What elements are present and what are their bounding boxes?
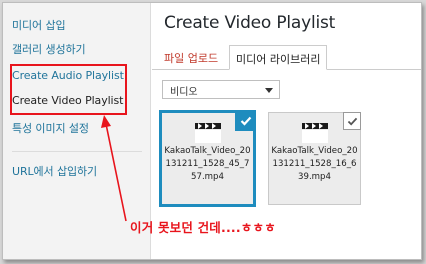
attachment-thumbnail[interactable]: KakaoTalk_Video_20131211_1528_45_757.mp4 [162, 110, 256, 204]
menu-insert-from-url[interactable]: URL에서 삽입하기 [12, 163, 97, 179]
menu-insert-media[interactable]: 미디어 삽입 [12, 17, 66, 33]
media-sidebar: 미디어 삽입 갤러리 생성하기 Create Audio Playlist Cr… [3, 3, 151, 259]
menu-create-gallery[interactable]: 갤러리 생성하기 [12, 41, 86, 57]
select-checkbox[interactable] [343, 112, 361, 130]
chevron-down-icon [265, 88, 273, 93]
annotation-text: 이거 못보던 건데....ㅎㅎㅎ [130, 220, 276, 235]
attachment-filename: KakaoTalk_Video_20131211_1528_16_639.mp4 [271, 146, 358, 182]
selected-checkmark[interactable] [235, 110, 256, 131]
menu-set-featured-image[interactable]: 특성 이미지 설정 [12, 120, 89, 136]
page-title: Create Video Playlist [164, 13, 336, 33]
checkmark-icon [347, 117, 357, 125]
video-clapper-icon [195, 123, 221, 143]
tab-upload-files[interactable]: 파일 업로드 [158, 45, 224, 70]
media-type-filter[interactable]: 비디오 [162, 80, 280, 99]
menu-divider [12, 151, 142, 152]
tab-media-library[interactable]: 미디어 라이브러리 [229, 45, 328, 70]
attachment-thumbnail[interactable]: KakaoTalk_Video_20131211_1528_16_639.mp4 [269, 112, 361, 204]
attachment-filename: KakaoTalk_Video_20131211_1528_45_757.mp4 [164, 146, 251, 182]
annotation-highlight-box [10, 64, 127, 115]
checkmark-icon [240, 116, 251, 126]
filter-selected-value: 비디오 [170, 87, 198, 98]
video-clapper-icon [302, 123, 328, 143]
